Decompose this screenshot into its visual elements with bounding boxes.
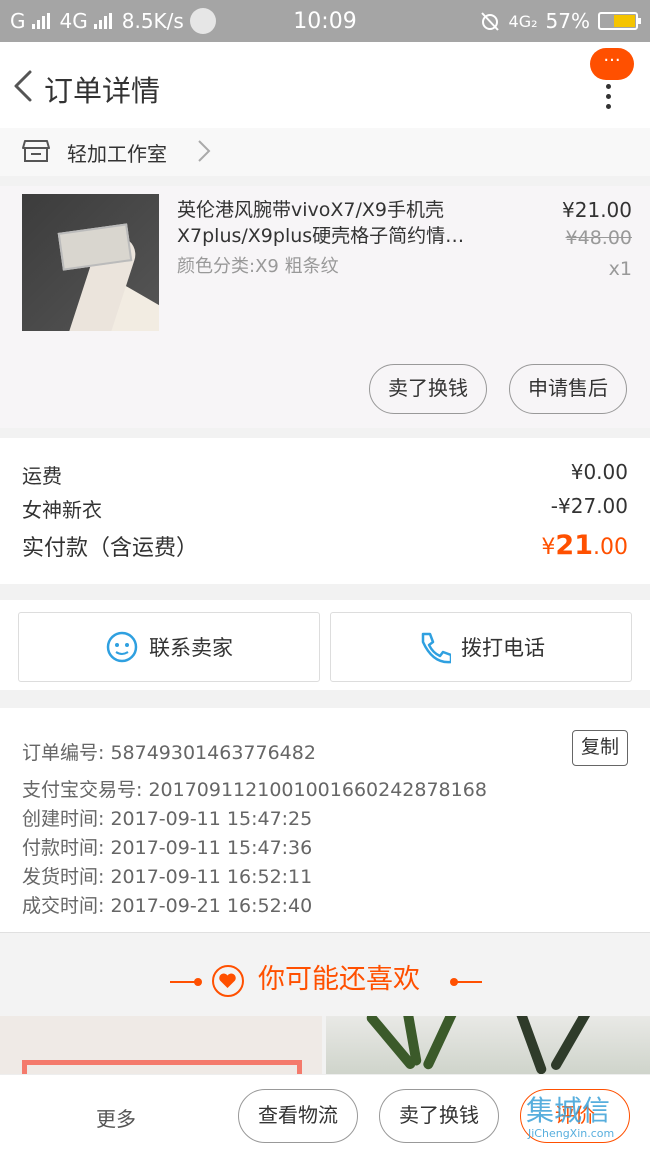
paid-currency: ¥ xyxy=(541,535,556,560)
alipay-number: 支付宝交易号: 2017091121001001660242878168 xyxy=(22,779,487,801)
more-button[interactable]: 更多 xyxy=(96,1103,136,1132)
completed-time: 成交时间: 2017-09-21 16:52:40 xyxy=(22,895,313,917)
view-logistics-button[interactable]: 查看物流 xyxy=(238,1089,358,1143)
product-quantity: x1 xyxy=(608,258,632,280)
product-price: ¥21.00 xyxy=(562,198,632,222)
created-time: 创建时间: 2017-09-11 15:47:25 xyxy=(22,808,313,830)
page-title: 订单详情 xyxy=(44,74,161,108)
contact-seller-button[interactable]: 联系卖家 xyxy=(18,612,320,682)
contact-seller-label: 联系卖家 xyxy=(149,636,233,660)
product-title[interactable]: 英伦港风腕带vivoX7/X9手机壳 X7plus/X9plus硬壳格子简约情… xyxy=(177,197,507,249)
bottom-action-bar: 更多 查看物流 卖了换钱 评价 集城信 JiChengXin.com xyxy=(0,1074,650,1155)
alarm-off-icon xyxy=(480,12,499,31)
battery-icon xyxy=(598,12,641,30)
battery-percent: 57% xyxy=(545,9,590,33)
shipping-label: 运费 xyxy=(22,464,62,488)
watermark-en: JiChengXin.com xyxy=(528,1127,615,1140)
contact-section: 联系卖家 拨打电话 xyxy=(0,600,650,690)
shop-row[interactable]: 轻加工作室 xyxy=(0,128,650,176)
watermark-logo: 集城信 JiChengXin.com xyxy=(526,1089,642,1149)
recommend-deco-right xyxy=(456,981,482,983)
resell-bottom-button[interactable]: 卖了换钱 xyxy=(379,1089,499,1143)
product-sku: 颜色分类:X9 粗条纹 xyxy=(177,256,339,277)
order-item[interactable]: 英伦港风腕带vivoX7/X9手机壳 X7plus/X9plus硬壳格子简约情…… xyxy=(0,186,650,428)
chevron-right-icon xyxy=(198,140,211,162)
recommend-item-image-2[interactable] xyxy=(326,1016,650,1074)
call-phone-button[interactable]: 拨打电话 xyxy=(330,612,632,682)
product-title-line1: 英伦港风腕带vivoX7/X9手机壳 xyxy=(177,199,445,221)
battery-fill xyxy=(614,15,635,27)
header: 订单详情 ··· xyxy=(0,42,650,128)
shop-icon xyxy=(22,140,50,162)
order-number: 订单编号: 58749301463776482 xyxy=(22,742,316,764)
network-right-label: 4G₂ xyxy=(508,11,538,31)
recommend-grid xyxy=(0,1016,650,1074)
status-bar: G 4G 8.5K/s 10:09 4G₂ 57% xyxy=(0,0,650,42)
recommend-item-image[interactable] xyxy=(0,1016,322,1074)
discount-value: -¥27.00 xyxy=(550,494,628,518)
recommend-title-text: 你可能还喜欢 xyxy=(258,964,420,995)
back-icon[interactable] xyxy=(10,68,40,104)
paid-label: 实付款（含运费） xyxy=(22,536,199,561)
product-original-price: ¥48.00 xyxy=(565,227,632,249)
paid-dec: .00 xyxy=(593,535,628,560)
copy-button[interactable]: 复制 xyxy=(572,730,628,766)
more-menu-icon[interactable] xyxy=(606,84,612,114)
paid-int: 21 xyxy=(555,530,593,561)
chat-icon xyxy=(106,631,138,663)
discount-label: 女神新衣 xyxy=(22,498,102,522)
resell-button[interactable]: 卖了换钱 xyxy=(369,364,487,414)
fee-summary: 运费 ¥0.00 女神新衣 -¥27.00 实付款（含运费） ¥21.00 xyxy=(0,438,650,584)
product-image[interactable] xyxy=(22,194,159,331)
after-sale-button[interactable]: 申请售后 xyxy=(509,364,627,414)
watermark-cn: 集城信 xyxy=(526,1094,611,1127)
shop-name: 轻加工作室 xyxy=(67,142,167,166)
paid-amount: ¥21.00 xyxy=(541,530,628,562)
order-info: 订单编号: 58749301463776482 复制 支付宝交易号: 20170… xyxy=(0,708,650,932)
phone-icon xyxy=(421,632,451,664)
message-badge[interactable]: ··· xyxy=(590,48,634,80)
shipping-value: ¥0.00 xyxy=(570,460,628,484)
recommend-title: 你可能还喜欢 xyxy=(0,957,650,996)
product-title-line2: X7plus/X9plus硬壳格子简约情… xyxy=(177,225,465,247)
recommend-header: 你可能还喜欢 xyxy=(0,932,650,1016)
call-phone-label: 拨打电话 xyxy=(461,636,545,660)
shipped-time: 发货时间: 2017-09-11 16:52:11 xyxy=(22,866,313,888)
paid-time: 付款时间: 2017-09-11 15:47:36 xyxy=(22,837,313,859)
